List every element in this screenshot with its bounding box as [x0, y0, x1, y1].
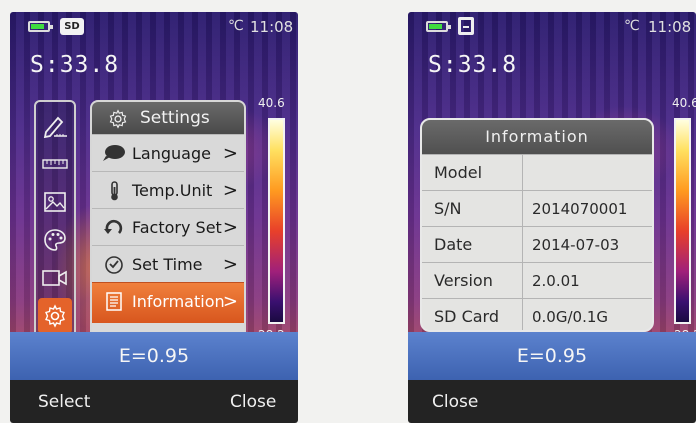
chevron-right-icon: > — [222, 291, 238, 312]
menu-item-factory-set[interactable]: Factory Set > — [92, 208, 244, 246]
menu-item-label: Language — [132, 144, 211, 163]
info-value: 2014-07-03 — [532, 236, 620, 254]
status-bar: SD ℃ 11:08 — [10, 12, 298, 42]
battery-icon — [28, 21, 53, 32]
info-value: 2.0.01 — [532, 272, 580, 290]
tool-palette[interactable] — [38, 222, 72, 258]
status-bar: ℃ 11:08 — [408, 12, 696, 42]
camera-screen-settings: SD ℃ 11:08 S:33.8 40.6 28.2 — [10, 12, 298, 423]
emissivity-readout: E=0.95 — [408, 332, 696, 380]
info-key: Model — [434, 163, 483, 182]
battery-icon — [426, 21, 451, 32]
info-key: SD Card — [434, 307, 499, 326]
thermometer-icon — [111, 181, 118, 201]
info-key: Version — [434, 271, 493, 290]
info-row-serial: S/N 2014070001 — [422, 190, 652, 227]
chevron-right-icon: > — [222, 143, 238, 164]
sd-card-badge: SD — [60, 18, 84, 35]
softkey-bar: Select Close — [10, 380, 298, 423]
speech-bubble-icon — [103, 145, 125, 161]
gear-icon — [109, 109, 127, 129]
info-row-version: Version 2.0.01 — [422, 262, 652, 299]
image-gallery-icon — [44, 192, 66, 212]
chevron-right-icon: > — [222, 254, 238, 275]
tool-settings[interactable] — [38, 298, 72, 334]
chevron-right-icon: > — [222, 180, 238, 201]
temp-unit-indicator: ℃ — [228, 18, 244, 34]
menu-item-temp-unit[interactable]: Temp.Unit > — [92, 171, 244, 209]
menu-item-information[interactable]: Information > — [92, 282, 244, 323]
document-icon — [106, 292, 122, 311]
temperature-colorbar — [674, 118, 691, 324]
info-value: 2014070001 — [532, 200, 628, 218]
camera-screen-information: ℃ 11:08 S:33.8 40.6 28.2 Information Mod… — [408, 12, 696, 423]
reset-arrow-icon — [104, 219, 123, 234]
menu-item-label: Set Time — [132, 255, 203, 274]
temperature-colorbar — [268, 118, 285, 324]
tool-video[interactable] — [38, 260, 72, 296]
clock-time: 11:08 — [250, 18, 294, 36]
close-softkey[interactable]: Close — [432, 392, 478, 412]
scale-max-label: 40.6 — [258, 96, 285, 110]
softkey-bar: Close — [408, 380, 696, 423]
save-icon — [458, 17, 474, 35]
settings-menu: Settings Language > Temp.Unit > Factory … — [90, 100, 246, 340]
ruler-icon — [42, 159, 68, 169]
pencil-ruler-icon — [43, 116, 67, 138]
info-row-model: Model — [422, 154, 652, 191]
clock-icon — [105, 256, 123, 274]
info-key: S/N — [434, 199, 462, 218]
spot-temperature-readout: S:33.8 — [428, 52, 518, 78]
emissivity-readout: E=0.95 — [10, 332, 298, 380]
tool-gallery[interactable] — [38, 184, 72, 220]
menu-item-label: Factory Set — [132, 218, 222, 237]
video-camera-icon — [42, 270, 67, 286]
settings-menu-header: Settings — [92, 102, 244, 134]
select-softkey[interactable]: Select — [38, 392, 90, 412]
information-dialog: Information Model S/N 2014070001 Date 20… — [420, 118, 654, 332]
settings-title: Settings — [140, 108, 210, 128]
menu-item-label: Information — [132, 292, 225, 311]
spot-temperature-readout: S:33.8 — [30, 52, 120, 78]
info-value: 0.0G/0.1G — [532, 308, 609, 326]
tool-column — [34, 100, 76, 340]
menu-item-language[interactable]: Language > — [92, 134, 244, 172]
tool-measure[interactable] — [38, 108, 72, 144]
temp-unit-indicator: ℃ — [624, 18, 640, 34]
info-row-date: Date 2014-07-03 — [422, 226, 652, 263]
chevron-right-icon: > — [222, 217, 238, 238]
scale-max-label: 40.6 — [672, 96, 696, 110]
clock-time: 11:08 — [648, 18, 692, 36]
menu-item-label: Temp.Unit — [132, 181, 213, 200]
menu-item-set-time[interactable]: Set Time > — [92, 245, 244, 283]
information-title: Information — [422, 120, 652, 154]
close-softkey[interactable]: Close — [230, 392, 276, 412]
info-row-sd-card: SD Card 0.0G/0.1G — [422, 298, 652, 330]
gear-icon — [45, 304, 65, 328]
info-key: Date — [434, 235, 473, 254]
palette-icon — [44, 229, 66, 251]
tool-ruler[interactable] — [38, 146, 72, 182]
